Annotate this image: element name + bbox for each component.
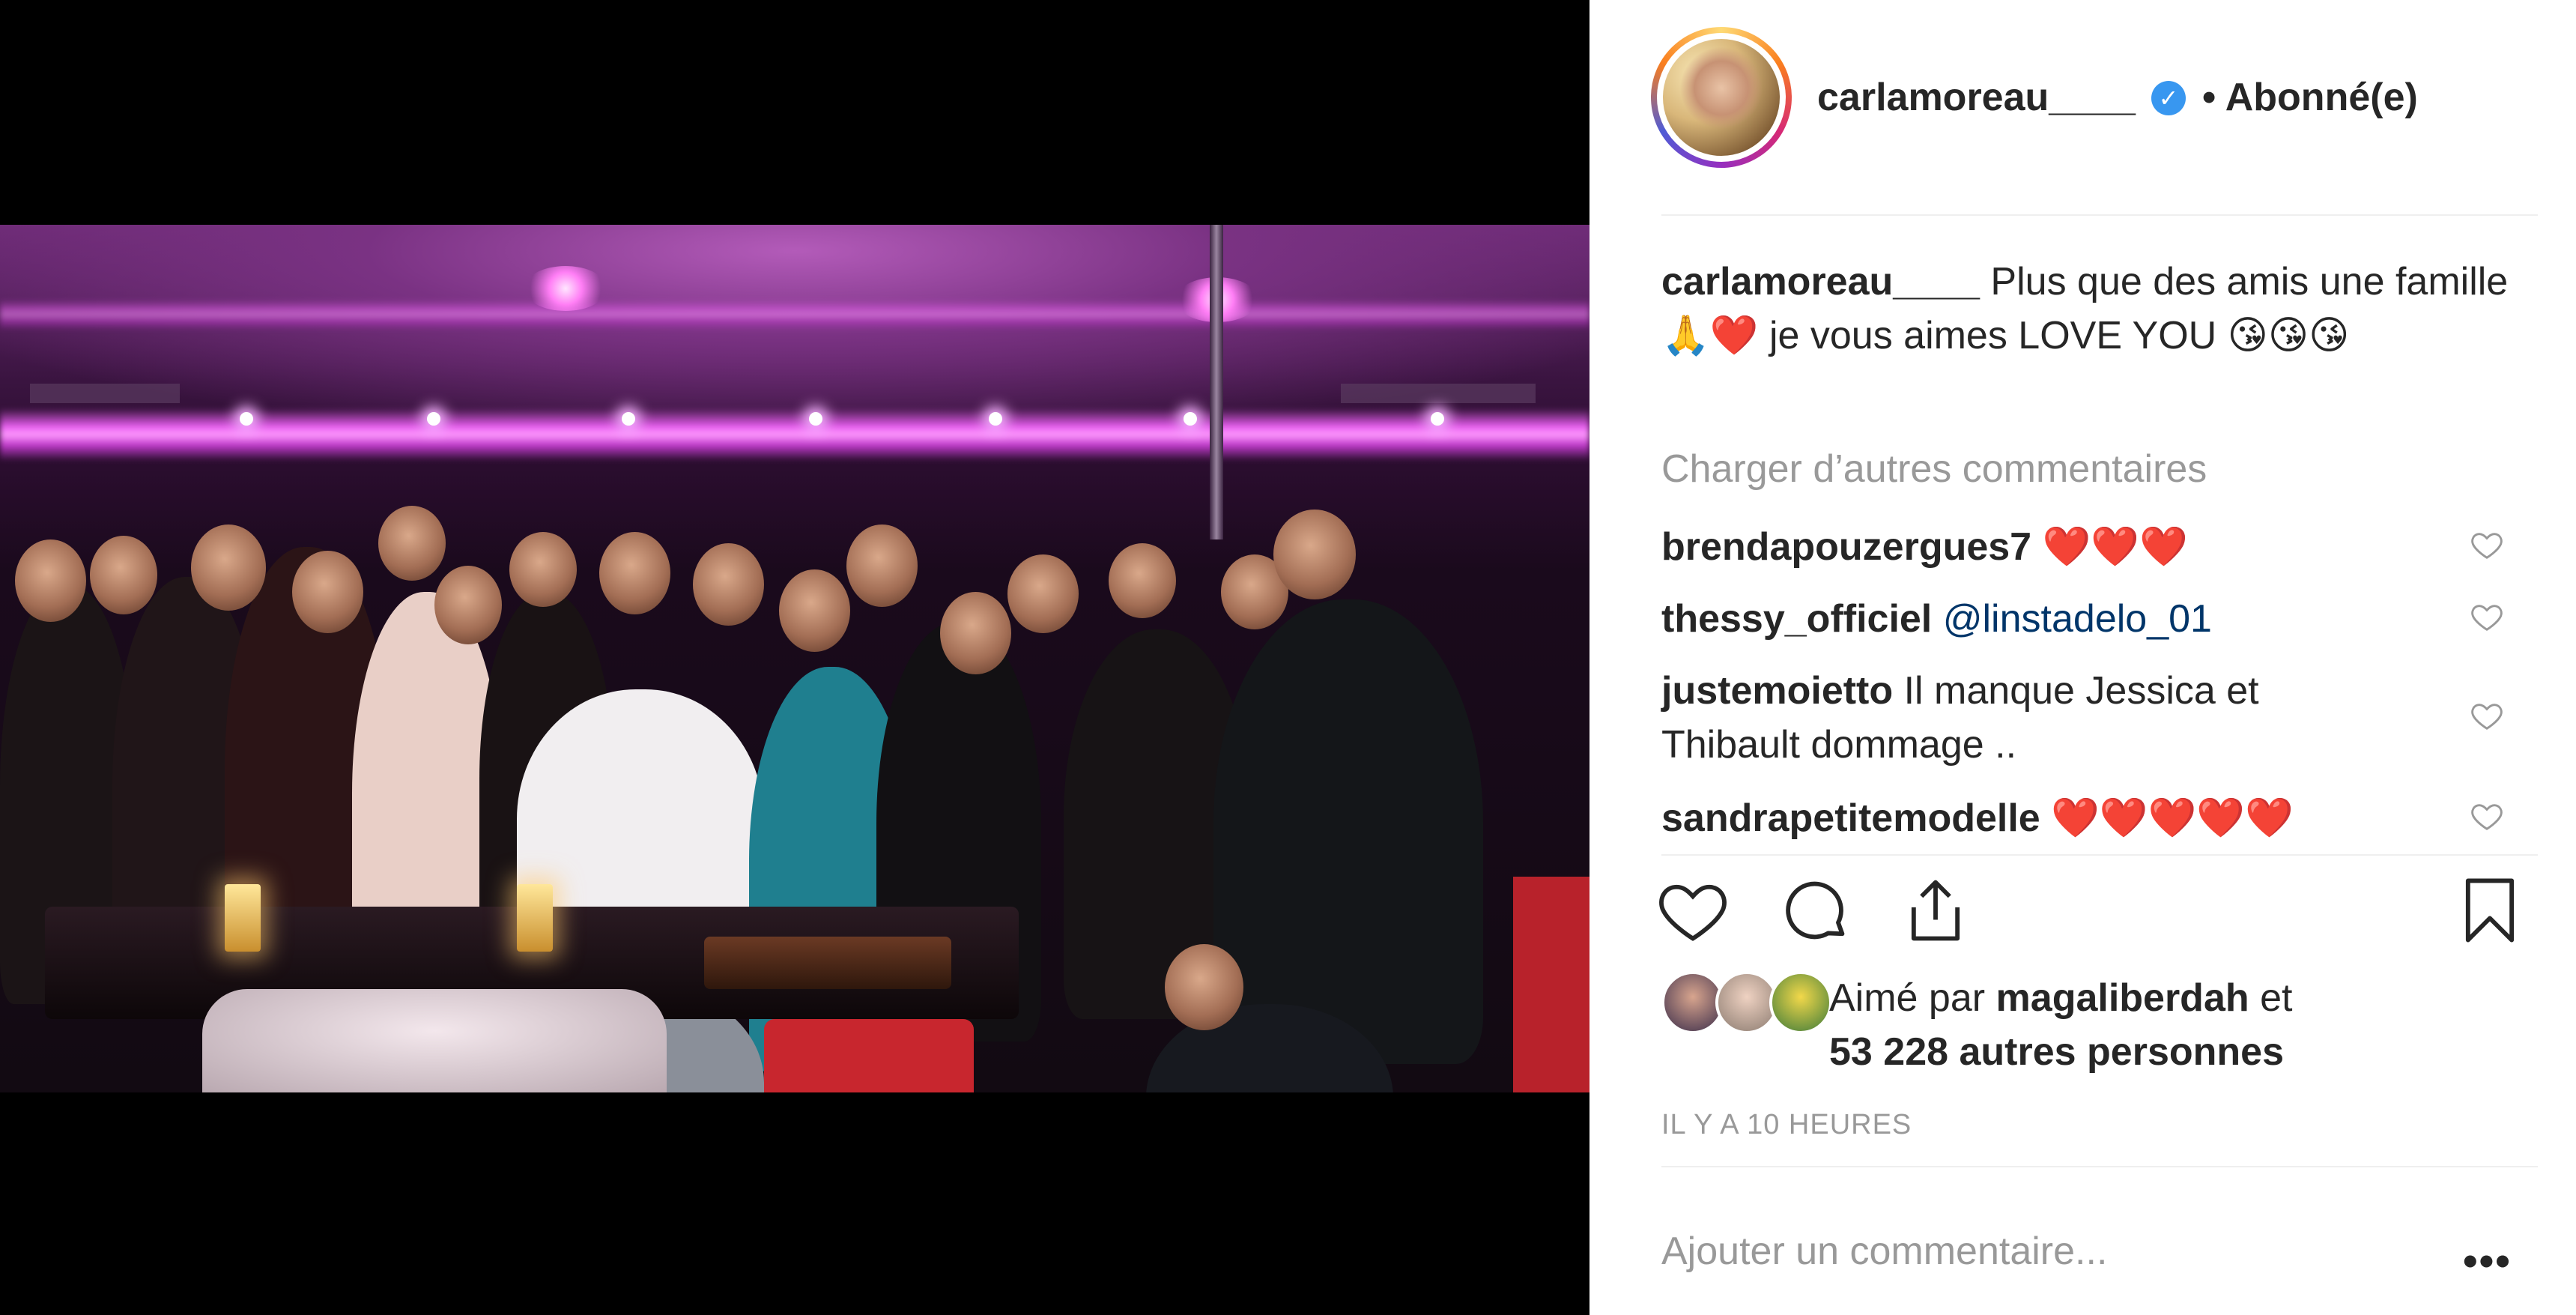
heart-icon[interactable] [1655,873,1730,948]
verified-badge-icon: ✓ [2151,81,2186,115]
liker-avatars[interactable] [1661,971,1834,1034]
comment-row: sandrapetitemodelle ❤️❤️❤️❤️❤️ [1661,791,2478,845]
cake [704,937,951,989]
divider [1661,1166,2538,1167]
comment-row: brendapouzergues7 ❤️❤️❤️ [1661,520,2478,574]
neon-strip [0,408,1589,461]
post-timestamp[interactable]: IL Y A 10 HEURES [1661,1109,1912,1141]
ellipsis-icon[interactable]: ••• [2463,1236,2512,1285]
comment-username[interactable]: thessy_officiel [1661,597,1932,641]
spotlight [427,412,440,426]
spotlight [1184,412,1197,426]
comment-like-heart-icon[interactable] [2470,599,2504,634]
comment-text: ❤️❤️❤️❤️❤️ [2051,796,2294,840]
add-comment-input[interactable]: Ajouter un commentaire... [1661,1229,2107,1274]
towel [202,989,667,1092]
avatar[interactable] [1663,39,1780,156]
share-icon[interactable] [1898,873,1973,948]
post-photo[interactable] [0,225,1589,1092]
caption-username[interactable]: carlamoreau____ [1661,260,1980,303]
comment-text: ❤️❤️❤️ [2042,525,2188,569]
post-sidebar: carlamoreau____ ✓ • Abonné(e) carlamorea… [1589,0,2576,1315]
liked-by-user[interactable]: magaliberdah [1996,976,2249,1020]
spotlight [809,412,822,426]
comment-mention[interactable]: @linstadelo_01 [1943,597,2212,641]
divider [1661,854,2538,856]
candle [225,884,261,952]
comment-username[interactable]: sandrapetitemodelle [1661,796,2040,840]
comment-like-heart-icon[interactable] [2470,698,2504,733]
ceiling-light [524,266,607,311]
bookmark-icon[interactable] [2452,873,2527,948]
neon-strip-top [0,300,1589,330]
comment-row: thessy_officiel @linstadelo_01 [1661,592,2478,646]
liker-avatar [1769,971,1832,1034]
post-media-area [0,0,1589,1315]
comment-row: justemoietto Il manque Jessica et Thibau… [1661,664,2336,772]
candle [517,884,553,952]
follow-status[interactable]: • Abonné(e) [2202,75,2418,120]
comment-like-heart-icon[interactable] [2470,527,2504,562]
spotlight [1431,412,1444,426]
red-chair [764,1019,974,1092]
liked-by-prefix: Aimé par [1829,976,1986,1020]
likes-summary: Aimé par magaliberdah et 53 228 autres p… [1829,971,2503,1079]
spotlight [240,412,253,426]
comment-like-heart-icon[interactable] [2470,799,2504,833]
comment-username[interactable]: justemoietto [1661,669,1893,713]
spotlight [989,412,1002,426]
likes-count[interactable]: 53 228 autres personnes [1829,1030,2284,1074]
header-username[interactable]: carlamoreau____ [1817,75,2136,120]
decor-pole [1210,225,1223,539]
comment-username[interactable]: brendapouzergues7 [1661,525,2031,569]
ceiling-vent [30,384,180,403]
spotlight [622,412,635,426]
ceiling-vent [1341,384,1536,403]
caption: carlamoreau____ Plus que des amis une fa… [1661,255,2545,363]
load-more-comments[interactable]: Charger d’autres commentaires [1661,447,2207,492]
divider [1661,214,2538,216]
liked-by-suffix: et [2260,976,2293,1020]
comment-bubble-icon[interactable] [1778,873,1853,948]
